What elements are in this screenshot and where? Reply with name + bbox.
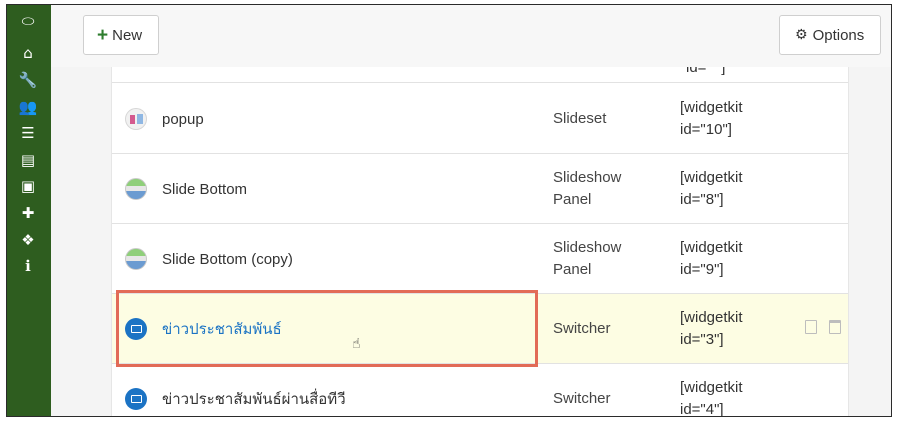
widget-list-area: id=" "] popup Slideset [widgetkit id="10"… xyxy=(51,67,891,416)
widget-name-link[interactable]: ข่าวประชาสัมพันธ์ xyxy=(162,294,282,364)
widget-code: [widgetkit id="8"] xyxy=(680,169,743,208)
trash-icon[interactable] xyxy=(829,320,841,334)
widget-code: [widgetkit id="3"] xyxy=(680,309,743,348)
widget-code: [widgetkit id="4"] xyxy=(680,379,743,417)
table-row[interactable]: popup Slideset [widgetkit id="10"] xyxy=(112,84,848,154)
image-icon xyxy=(130,325,142,333)
widget-thumbnail xyxy=(125,388,147,410)
widget-thumbnail xyxy=(125,108,147,130)
widget-type: Slideshow Panel xyxy=(553,239,622,278)
widget-thumbnail xyxy=(125,178,147,200)
widget-code: [widgetkit id="10"] xyxy=(680,99,743,138)
options-button-label: Options xyxy=(812,26,865,44)
file-icon[interactable]: ▤ xyxy=(15,150,41,170)
cubes-icon[interactable]: ❖ xyxy=(15,230,41,250)
wrench-icon[interactable]: 🔧 xyxy=(15,70,41,90)
list-icon[interactable]: ☰ xyxy=(15,123,41,143)
home-icon[interactable]: ⌂ xyxy=(15,43,41,63)
widget-name[interactable]: popup xyxy=(162,84,204,154)
users-icon[interactable]: 👥 xyxy=(15,97,41,117)
app-window: ⬭ ⌂ 🔧 👥 ☰ ▤ ▣ ✚ ❖ ℹ + New ⚙ Options id="… xyxy=(6,4,892,417)
widget-type: Slideset xyxy=(553,110,607,127)
widget-code: id=" "] xyxy=(686,67,726,76)
image-icon xyxy=(130,395,142,403)
image-icon[interactable]: ▣ xyxy=(15,176,41,196)
table-row-highlighted[interactable]: ข่าวประชาสัมพันธ์ ☝ Switcher [widgetkit i… xyxy=(112,294,848,364)
widget-type: Slideshow Panel xyxy=(553,169,622,208)
hand-cursor-icon: ☝ xyxy=(352,336,361,352)
options-button[interactable]: ⚙ Options xyxy=(779,15,881,55)
puzzle-icon[interactable]: ✚ xyxy=(15,203,41,223)
gear-icon: ⚙ xyxy=(795,27,808,43)
new-button[interactable]: + New xyxy=(83,15,159,55)
widget-thumbnail xyxy=(125,248,147,270)
toggle-icon[interactable]: ⬭ xyxy=(15,11,41,31)
info-icon[interactable]: ℹ xyxy=(15,256,41,276)
table-row[interactable]: Slide Bottom Slideshow Panel [widgetkit id… xyxy=(112,154,848,224)
widget-name[interactable]: Slide Bottom (copy) xyxy=(162,224,293,294)
table-row[interactable]: Slide Bottom (copy) Slideshow Panel [widg… xyxy=(112,224,848,294)
new-button-label: New xyxy=(112,26,143,44)
sidebar: ⬭ ⌂ 🔧 👥 ☰ ▤ ▣ ✚ ❖ ℹ xyxy=(7,5,51,416)
widget-name[interactable]: ข่าวประชาสัมพันธ์ผ่านสื่อทีวี xyxy=(162,364,346,416)
table-row[interactable]: ข่าวประชาสัมพันธ์ผ่านสื่อทีวี Switcher [… xyxy=(112,364,848,417)
row-actions xyxy=(805,320,841,334)
widget-name[interactable]: Slide Bottom xyxy=(162,154,247,224)
table-row-partial: id=" "] xyxy=(112,67,848,83)
widget-thumbnail xyxy=(125,318,147,340)
toolbar: + New ⚙ Options xyxy=(51,5,891,67)
plus-icon: + xyxy=(97,24,109,46)
widget-code: [widgetkit id="9"] xyxy=(680,239,743,278)
widget-type: Switcher xyxy=(553,320,611,337)
widget-type: Switcher xyxy=(553,390,611,407)
widget-table: id=" "] popup Slideset [widgetkit id="10"… xyxy=(111,67,849,416)
copy-icon[interactable] xyxy=(805,320,817,334)
